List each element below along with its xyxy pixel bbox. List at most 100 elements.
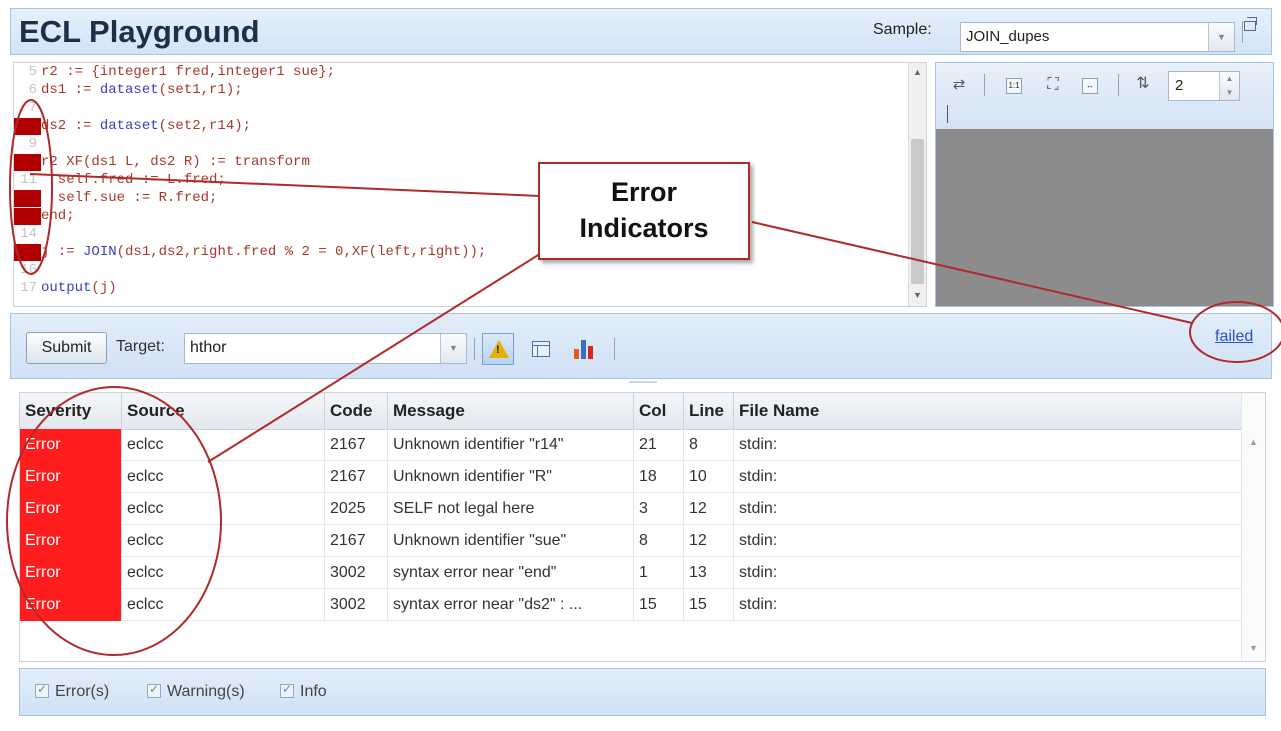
target-label: Target: (116, 338, 165, 355)
target-select[interactable]: hthor ▼ (184, 333, 467, 364)
cell-line: 15 (684, 589, 734, 621)
code-text: r2 := {integer1 fred,integer1 sue}; (41, 64, 336, 80)
cell-source: eclcc (122, 461, 325, 493)
cell-col: 21 (634, 429, 684, 461)
errors-checkbox[interactable] (35, 682, 49, 698)
toolbar-divider (984, 74, 985, 96)
grid-scrollbar[interactable]: ▲ ▼ (1241, 393, 1265, 661)
column-header-source[interactable]: Source (122, 393, 325, 429)
line-number: 9 (28, 136, 37, 152)
fit-to-window-icon[interactable]: ⛶ (1044, 76, 1062, 94)
column-header-line[interactable]: Line (684, 393, 734, 429)
sample-dropdown-arrow-icon[interactable]: ▼ (1208, 23, 1234, 51)
table-row[interactable]: Error eclcc 2025 SELF not legal here 3 12 stdi… (20, 493, 1242, 525)
warnings-filter[interactable]: Warning(s) (147, 682, 245, 703)
gutter-error-marker: 15 (14, 244, 41, 261)
code-line: 12 self.sue := R.fred; (14, 190, 217, 207)
table-row[interactable]: Error eclcc 3002 syntax error near "ds2" : … (20, 589, 1242, 621)
code-text: j := (41, 244, 84, 260)
info-filter[interactable]: Info (280, 682, 327, 703)
editor-scroll-thumb[interactable] (911, 139, 924, 284)
workunit-status-link[interactable]: failed (1215, 328, 1253, 346)
grid-scroll-down-icon[interactable]: ▼ (1242, 643, 1265, 653)
header-divider (1242, 21, 1243, 43)
errors-filter[interactable]: Error(s) (35, 682, 109, 703)
cell-line: 12 (684, 525, 734, 557)
cell-col: 3 (634, 493, 684, 525)
cell-col: 1 (634, 557, 684, 589)
warnings-checkbox[interactable] (147, 682, 161, 698)
code-editor[interactable]: 5 r2 := {integer1 fred,integer1 sue}; 6 ds1… (13, 62, 927, 307)
text-cursor (947, 105, 948, 123)
cell-severity: Error (20, 589, 122, 621)
table-row[interactable]: Error eclcc 2167 Unknown identifier "sue" 8 1… (20, 525, 1242, 557)
column-header-file-name[interactable]: File Name (734, 393, 1242, 429)
code-text: (set2,r14); (158, 118, 252, 134)
column-header-message[interactable]: Message (388, 393, 634, 429)
code-text: end; (41, 208, 75, 224)
window-restore-icon[interactable] (1244, 17, 1257, 31)
scroll-up-icon[interactable]: ▲ (909, 67, 926, 77)
depth-spinner[interactable]: 2 ▲ ▼ (1168, 71, 1240, 101)
cell-message: syntax error near "ds2" : ... (388, 589, 634, 621)
graph-panel: ⇄ 1:1 ⛶ ↔ ⇅ 2 ▲ ▼ (935, 62, 1274, 307)
errors-grid: Severity Source Code Message Col Line File Nam… (19, 392, 1266, 662)
severity-filter-bar: Error(s) Warning(s) Info (19, 668, 1266, 716)
code-text: (set1,r1); (158, 82, 243, 98)
code-text: (ds1,ds2,right.fred % 2 = 0,XF(left,righ… (116, 244, 487, 260)
code-text: self.fred := L.fred; (41, 172, 226, 188)
depth-spinner-buttons[interactable]: ▲ ▼ (1219, 72, 1239, 100)
pane-splitter[interactable] (629, 381, 657, 383)
sample-select[interactable]: JOIN_dupes ▼ (960, 22, 1235, 52)
code-text: ds2 := (41, 118, 100, 134)
table-row[interactable]: Error eclcc 3002 syntax error near "end" 1 13… (20, 557, 1242, 589)
code-line: 17 output(j) (14, 280, 116, 297)
toolbar-divider-4 (614, 338, 615, 360)
line-number: 7 (28, 100, 37, 116)
cell-line: 13 (684, 557, 734, 589)
visualize-view-button[interactable] (566, 333, 598, 365)
results-view-button[interactable] (524, 333, 556, 365)
sample-value: JOIN_dupes (966, 28, 1050, 45)
errors-view-button[interactable] (482, 333, 514, 365)
bar-chart-icon (574, 340, 594, 359)
cell-col: 18 (634, 461, 684, 493)
actual-size-icon[interactable]: 1:1 (1006, 78, 1022, 94)
code-line: 13 end; (14, 208, 75, 225)
code-text: ds1 := (41, 82, 100, 98)
code-keyword: dataset (99, 82, 159, 98)
cell-severity: Error (20, 461, 122, 493)
cell-file-name: stdin: (734, 557, 1242, 589)
target-dropdown-arrow-icon[interactable]: ▼ (440, 334, 466, 363)
info-checkbox[interactable] (280, 682, 294, 698)
table-row[interactable]: Error eclcc 2167 Unknown identifier "R" 18 10… (20, 461, 1242, 493)
code-line: 16 (14, 262, 41, 279)
gutter-error-marker: 12 (14, 190, 41, 207)
refresh-icon[interactable]: ⇄ (950, 76, 968, 94)
cell-message: Unknown identifier "sue" (388, 525, 634, 557)
code-keyword: JOIN (83, 244, 117, 260)
column-header-col[interactable]: Col (634, 393, 684, 429)
line-number: 6 (28, 82, 37, 98)
cell-code: 2167 (325, 525, 388, 557)
gutter-error-marker: 8 (14, 118, 41, 135)
column-header-severity[interactable]: Severity (20, 393, 122, 429)
code-line: 14 (14, 226, 41, 243)
editor-scrollbar[interactable]: ▲ ▼ (908, 63, 926, 306)
depth-value: 2 (1175, 77, 1184, 94)
cell-col: 15 (634, 589, 684, 621)
graph-toolbar: ⇄ 1:1 ⛶ ↔ ⇅ 2 ▲ ▼ (936, 63, 1273, 129)
cell-line: 8 (684, 429, 734, 461)
grid-scroll-up-icon[interactable]: ▲ (1242, 437, 1265, 447)
table-row[interactable]: Error eclcc 2167 Unknown identifier "r14" 21… (20, 429, 1242, 461)
column-header-code[interactable]: Code (325, 393, 388, 429)
cell-severity: Error (20, 429, 122, 461)
code-line: 10 r2 XF(ds1 L, ds2 R) := transform (14, 154, 310, 171)
gutter-error-marker: 10 (14, 154, 41, 171)
scroll-down-icon[interactable]: ▼ (909, 290, 926, 300)
code-line: 8 ds2 := dataset(set2,r14); (14, 118, 251, 135)
submit-button[interactable]: Submit (26, 332, 107, 364)
code-line: 11 self.fred := L.fred; (14, 172, 226, 189)
cell-message: Unknown identifier "R" (388, 461, 634, 493)
fit-width-icon[interactable]: ↔ (1082, 78, 1098, 94)
